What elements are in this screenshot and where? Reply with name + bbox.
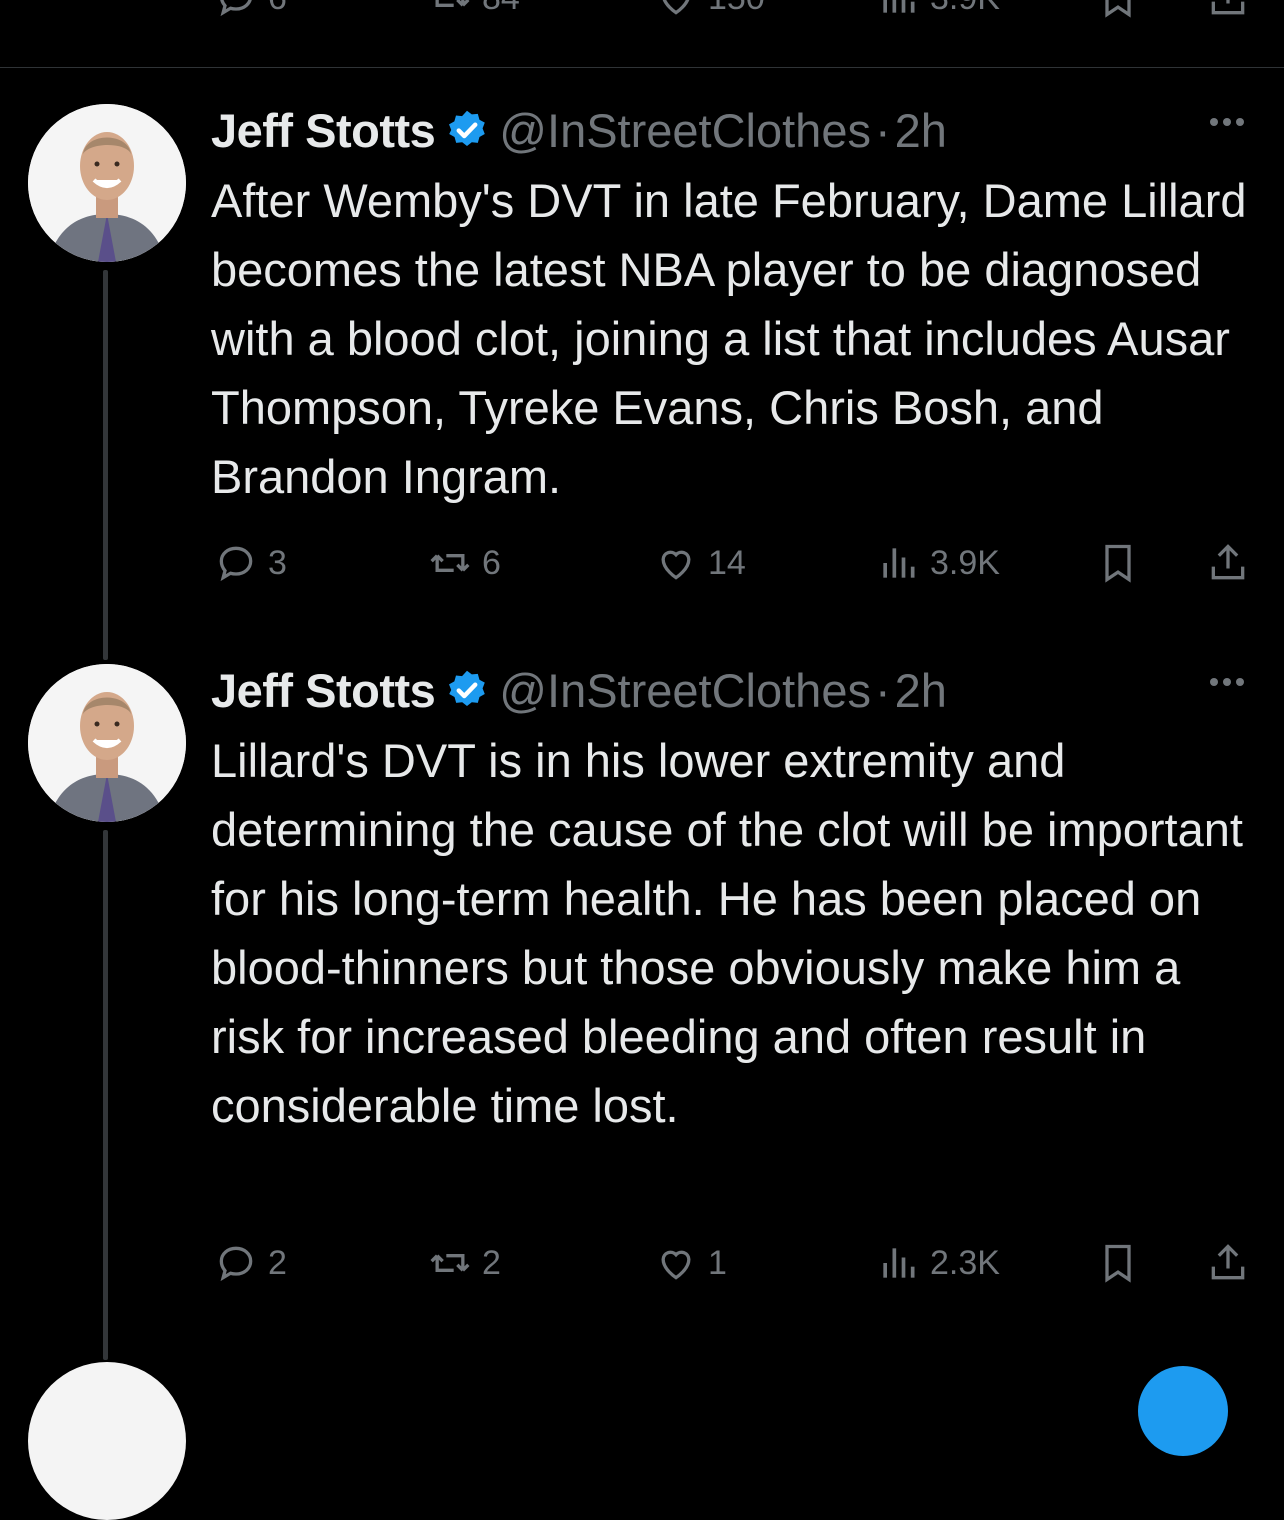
author-handle[interactable]: @InStreetClothes (499, 663, 871, 718)
avatar[interactable] (28, 1362, 186, 1520)
repost-icon (430, 554, 470, 572)
tweet-actions: 2 2 1 2.3K (0, 1238, 1284, 1288)
views-icon (883, 548, 915, 578)
share-button[interactable] (1206, 538, 1250, 588)
repost-icon (435, 0, 470, 7)
reply-count: 6 (268, 0, 287, 18)
reply-icon (219, 1246, 253, 1282)
more-icon (1210, 678, 1218, 686)
views-button[interactable]: 3.9K (876, 538, 1000, 588)
bookmark-icon (1105, 0, 1131, 18)
repost-icon (430, 1254, 470, 1272)
views-count: 3.9K (930, 543, 1000, 582)
views-count: 2.3K (930, 1243, 1000, 1282)
separator-dot: · (874, 663, 891, 717)
like-count: 1 (708, 1243, 727, 1282)
profile-photo (28, 664, 186, 822)
like-button[interactable]: 150 (654, 0, 765, 20)
verified-icon (449, 110, 486, 146)
like-button[interactable]: 1 (654, 1238, 727, 1288)
tweet-text: Lillard's DVT is in his lower extremity … (211, 734, 1243, 1132)
repost-count: 6 (482, 543, 501, 582)
share-button[interactable] (1206, 0, 1250, 20)
like-icon (662, 0, 690, 15)
next-tweet-partial (0, 1362, 1284, 1520)
bookmark-button[interactable] (1096, 0, 1140, 20)
more-button[interactable] (1210, 672, 1254, 692)
views-button[interactable]: 2.3K (876, 1238, 1000, 1288)
repost-button[interactable]: 2 (428, 1238, 501, 1288)
repost-count: 2 (482, 1243, 501, 1282)
tweet-actions: 3 6 14 3.9K (0, 538, 1284, 588)
author-name[interactable]: Jeff Stotts (211, 103, 436, 158)
views-icon (883, 1248, 915, 1278)
bookmark-button[interactable] (1096, 538, 1140, 588)
like-count: 150 (708, 0, 765, 18)
divider (0, 67, 1284, 68)
separator-dot: · (874, 103, 891, 157)
author-handle[interactable]: @InStreetClothes (499, 103, 871, 158)
views-count: 3.9K (930, 0, 1000, 18)
share-icon (1211, 1244, 1245, 1280)
views-icon (883, 0, 915, 13)
bookmark-icon (1105, 1244, 1131, 1283)
timestamp[interactable]: 2h (895, 663, 947, 718)
reply-count: 2 (268, 1243, 287, 1282)
repost-count: 84 (482, 0, 520, 18)
like-icon (661, 1250, 691, 1280)
avatar[interactable] (28, 664, 186, 822)
more-icon (1210, 118, 1218, 126)
avatar[interactable] (28, 104, 186, 262)
share-button[interactable] (1206, 1238, 1250, 1288)
timestamp[interactable]: 2h (895, 103, 947, 158)
bookmark-button[interactable] (1096, 1238, 1140, 1288)
bookmark-icon (1105, 544, 1131, 583)
author-name[interactable]: Jeff Stotts (211, 663, 436, 718)
reply-icon (219, 546, 253, 582)
share-icon (1211, 0, 1245, 15)
reply-icon (220, 0, 252, 17)
reply-count: 3 (268, 543, 287, 582)
repost-button[interactable]: 6 (428, 538, 501, 588)
views-button[interactable]: 3.9K (876, 0, 1000, 20)
share-icon (1211, 544, 1245, 580)
like-icon (661, 550, 691, 580)
reply-button[interactable]: 6 (214, 0, 287, 20)
tweet-header: Jeff Stotts @InStreetClothes · 2h (211, 100, 1254, 160)
like-count: 14 (708, 543, 746, 582)
tweet-header: Jeff Stotts @InStreetClothes · 2h (211, 660, 1254, 720)
previous-tweet-actions: 6 84 150 3.9K (0, 0, 1284, 26)
repost-button[interactable]: 84 (428, 0, 520, 20)
reply-button[interactable]: 3 (214, 538, 287, 588)
profile-photo (28, 104, 186, 262)
compose-button[interactable] (1138, 1366, 1228, 1456)
thread-line (103, 270, 108, 660)
reply-button[interactable]: 2 (214, 1238, 287, 1288)
tweet-text: After Wemby's DVT in late February, Dame… (211, 174, 1247, 503)
like-button[interactable]: 14 (654, 538, 746, 588)
verified-icon (449, 670, 486, 706)
more-button[interactable] (1210, 112, 1254, 132)
